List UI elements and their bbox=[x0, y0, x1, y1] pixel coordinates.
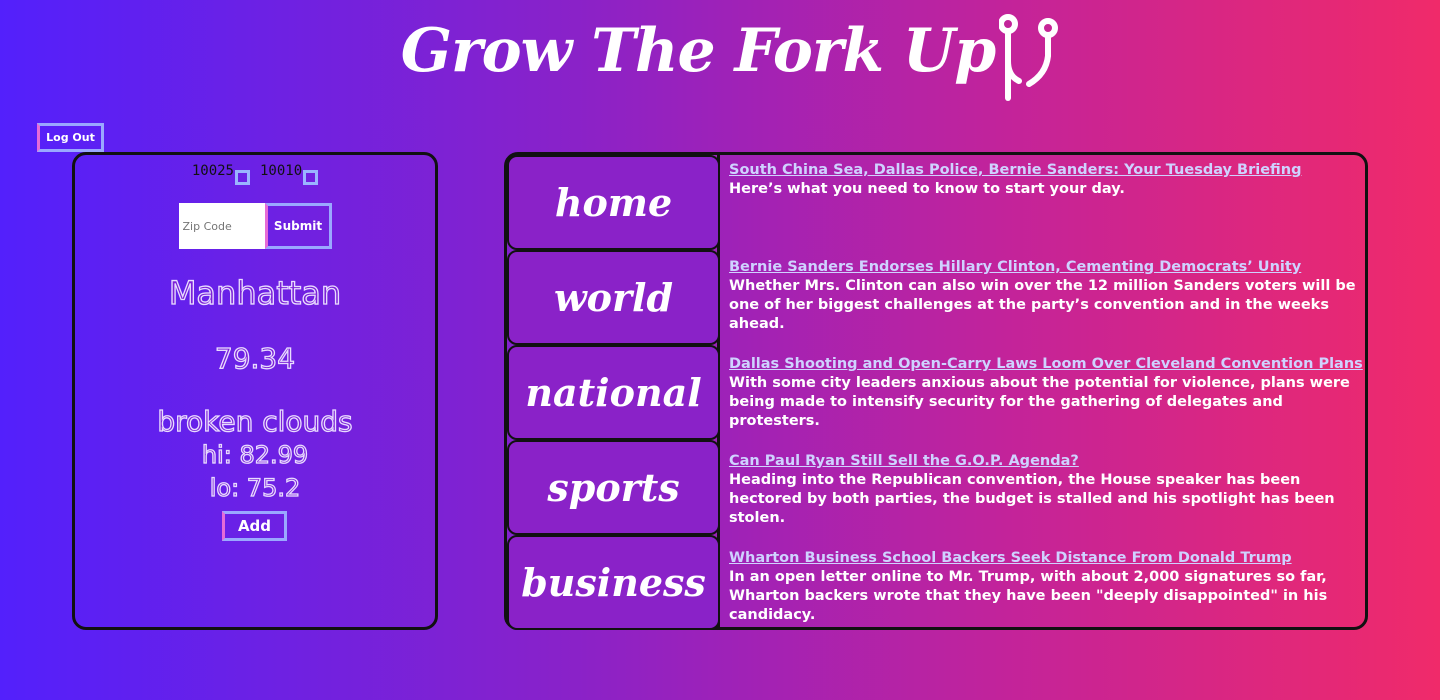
saved-zip-label[interactable]: 10025 bbox=[192, 163, 234, 179]
saved-zip-item: 10025 bbox=[192, 163, 250, 185]
saved-zip-checkbox[interactable] bbox=[235, 170, 250, 185]
temperature: 79.34 bbox=[214, 341, 296, 375]
site-title: Grow The Fork Up bbox=[400, 16, 996, 86]
article-headline-link[interactable]: Can Paul Ryan Still Sell the G.O.P. Agen… bbox=[729, 452, 1365, 471]
article-summary: With some city leaders anxious about the… bbox=[729, 375, 1350, 429]
article-item: South China Sea, Dallas Police, Bernie S… bbox=[729, 161, 1365, 199]
article-headline-link[interactable]: Wharton Business School Backers Seek Dis… bbox=[729, 549, 1365, 568]
article-item: Dallas Shooting and Open-Carry Laws Loom… bbox=[729, 355, 1365, 431]
article-summary: In an open letter online to Mr. Trump, w… bbox=[729, 569, 1328, 623]
article-summary: Here’s what you need to know to start yo… bbox=[729, 181, 1125, 197]
logout-button[interactable]: Log Out bbox=[37, 123, 104, 152]
header: Grow The Fork Up bbox=[0, 6, 1440, 106]
weather-description: broken clouds bbox=[157, 404, 354, 438]
article-item: Can Paul Ryan Still Sell the G.O.P. Agen… bbox=[729, 452, 1365, 528]
article-summary: Whether Mrs. Clinton can also win over t… bbox=[729, 278, 1356, 332]
tab-home[interactable]: home bbox=[507, 155, 720, 250]
article-item: Bernie Sanders Endorses Hillary Clinton,… bbox=[729, 258, 1365, 334]
saved-zips: 10025 10010 bbox=[75, 163, 435, 185]
tab-business[interactable]: business bbox=[507, 535, 720, 630]
tab-sports[interactable]: sports bbox=[507, 440, 720, 535]
news-panel: home world national sports business Sout… bbox=[504, 152, 1368, 630]
news-section-tabs: home world national sports business bbox=[507, 155, 720, 630]
high-temperature: hi: 82.99 bbox=[201, 440, 309, 469]
article-headline-link[interactable]: Dallas Shooting and Open-Carry Laws Loom… bbox=[729, 355, 1365, 374]
low-temperature: lo: 75.2 bbox=[209, 473, 301, 502]
tab-national[interactable]: national bbox=[507, 345, 720, 440]
saved-zip-checkbox[interactable] bbox=[303, 170, 319, 185]
saved-zip-label[interactable]: 10010 bbox=[260, 163, 302, 179]
zip-form: Submit bbox=[75, 203, 435, 249]
article-summary: Heading into the Republican convention, … bbox=[729, 472, 1335, 526]
article-item: Wharton Business School Backers Seek Dis… bbox=[729, 549, 1365, 625]
city-name: Manhattan bbox=[168, 273, 342, 312]
add-button[interactable]: Add bbox=[222, 511, 287, 541]
saved-zip-item: 10010 bbox=[260, 163, 319, 185]
weather-panel: 10025 10010 Submit Manhattan 79.34 broke… bbox=[72, 152, 438, 630]
article-headline-link[interactable]: Bernie Sanders Endorses Hillary Clinton,… bbox=[729, 258, 1365, 277]
fork-icon bbox=[999, 14, 1059, 101]
article-headline-link[interactable]: South China Sea, Dallas Police, Bernie S… bbox=[729, 161, 1365, 180]
submit-button[interactable]: Submit bbox=[264, 203, 332, 249]
zip-code-input[interactable] bbox=[178, 203, 265, 249]
tab-world[interactable]: world bbox=[507, 250, 720, 345]
